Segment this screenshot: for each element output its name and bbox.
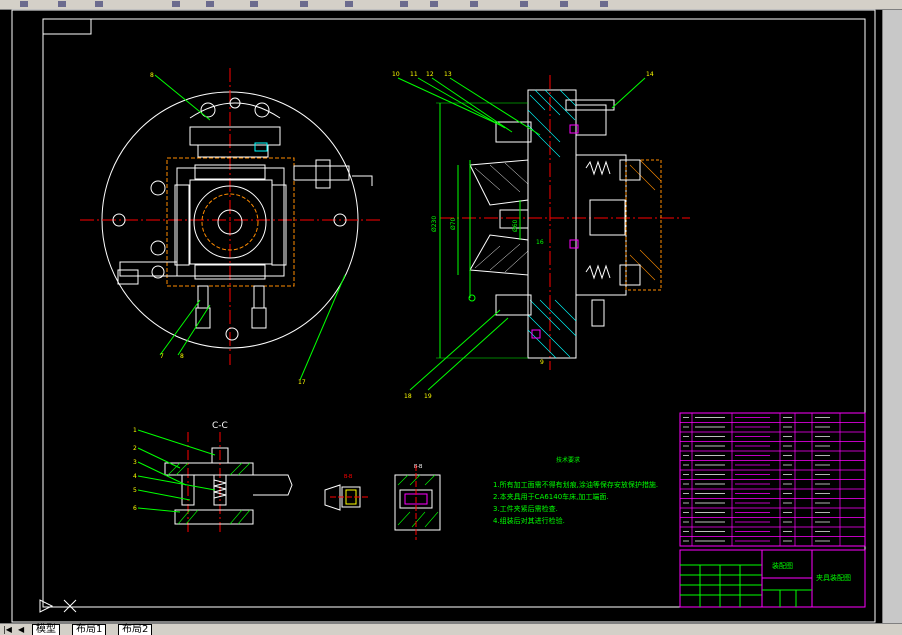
balloon-7: 7 (160, 353, 164, 360)
balloon-13: 13 (444, 71, 452, 78)
section-view (397, 75, 690, 391)
balloon-1: 1 (133, 427, 137, 434)
tab-prev-arrow-icon[interactable]: ◀ (18, 625, 24, 634)
tab-layout2[interactable]: 布局2 (118, 624, 153, 635)
tech-line-3: 3.工件夹紧后需检查. (493, 504, 558, 513)
balloon-8b: 8 (180, 353, 184, 360)
drawing-name: 装配图 (772, 561, 793, 570)
part-name: 夹具装配图 (816, 573, 851, 582)
balloon-6: 6 (133, 505, 137, 512)
balloon-19: 19 (424, 393, 432, 400)
drawing-canvas[interactable]: 8 7 8 17 10 11 12 13 14 18 19 9 Ø230 Ø70… (0, 0, 902, 635)
balloon-12: 12 (426, 71, 434, 78)
balloon-9: 9 (540, 359, 544, 366)
ucs-icon (39, 599, 77, 613)
bom-table (679, 412, 866, 547)
balloon-2: 2 (133, 445, 137, 452)
tech-line-2: 2.本夹具用于CA6140车床,加工端面. (493, 492, 609, 501)
balloon-17: 17 (298, 379, 306, 386)
balloon-14: 14 (646, 71, 654, 78)
balloon-11: 11 (410, 71, 418, 78)
tab-layout1[interactable]: 布局1 (72, 624, 107, 635)
section-cc-view (137, 429, 293, 535)
tech-title: 技术要求 (556, 456, 580, 464)
balloon-18: 18 (404, 393, 412, 400)
tech-line-1: 1.所有加工面需不得有划痕,涂油等保存安放保护措施. (493, 480, 658, 489)
section-bb-view (324, 484, 370, 511)
dim-d: 16 (536, 239, 544, 246)
balloon-8: 8 (150, 72, 154, 79)
layout-tabs-bar: |◀ ◀ 模型 布局1 布局2 (0, 623, 902, 635)
balloon-10: 10 (392, 71, 400, 78)
balloon-4: 4 (133, 473, 137, 480)
section-bb2-view (394, 465, 441, 540)
tab-first-arrow-icon[interactable]: |◀ (3, 625, 12, 634)
section-cc-label: C-C (212, 421, 228, 431)
top-view (80, 68, 380, 381)
balloon-5: 5 (133, 487, 137, 494)
tab-model[interactable]: 模型 (32, 624, 60, 635)
section-bb-label: B-B (344, 474, 353, 480)
dim-c: Ø60 (512, 219, 519, 232)
scrollbar-track[interactable] (882, 10, 902, 624)
tech-line-4: 4.组装后对其进行检验. (493, 516, 565, 525)
section-bb2-label: B-B (414, 464, 423, 470)
dim-a: Ø230 (431, 216, 438, 232)
dim-b: Ø70 (450, 217, 457, 230)
vertical-scrollbar[interactable] (876, 10, 902, 624)
balloon-3: 3 (133, 459, 137, 466)
